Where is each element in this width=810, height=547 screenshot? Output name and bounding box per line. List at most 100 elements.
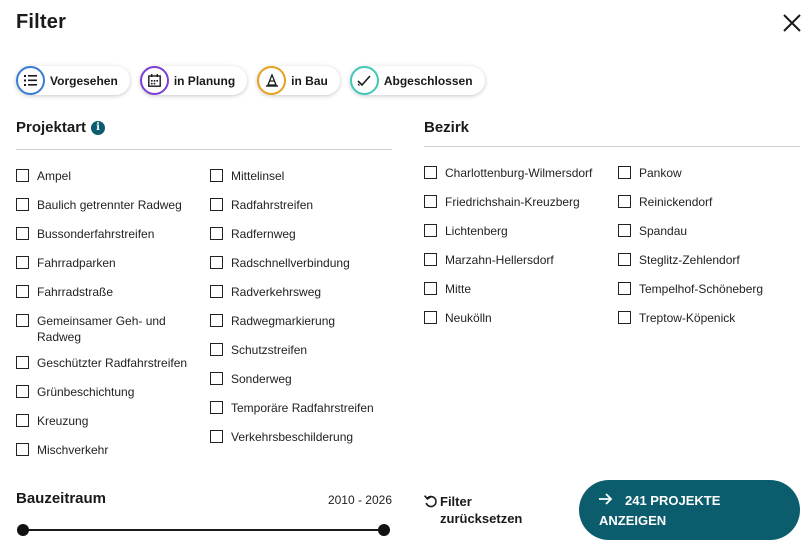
checkbox[interactable]	[618, 253, 631, 266]
checkbox[interactable]	[16, 198, 29, 211]
checkbox-item-pankow[interactable]: Pankow	[618, 165, 682, 181]
chip-in-planung[interactable]: in Planung	[139, 66, 248, 95]
list-icon	[16, 66, 45, 95]
checkbox-label: Radfernweg	[231, 227, 296, 241]
bauzeitraum-range: 2010 - 2026	[327, 493, 392, 507]
reset-label-line1: Filter	[440, 494, 472, 509]
checkbox-item-gruenbeschichtung[interactable]: Grünbeschichtung	[16, 384, 134, 400]
slider-thumb-end[interactable]	[378, 524, 390, 536]
bauzeitraum-title: Bauzeitraum	[16, 490, 107, 507]
checkbox[interactable]	[618, 282, 631, 295]
checkbox-label: Schutzstreifen	[231, 343, 308, 357]
checkbox[interactable]	[16, 169, 29, 182]
checkbox-item-sonderweg[interactable]: Sonderweg	[210, 371, 292, 387]
checkbox[interactable]	[210, 285, 223, 298]
checkbox[interactable]	[210, 430, 223, 443]
checkbox[interactable]	[618, 195, 631, 208]
divider	[16, 149, 392, 150]
checkbox[interactable]	[16, 314, 29, 327]
checkbox-item-mischverkehr[interactable]: Mischverkehr	[16, 442, 108, 458]
checkbox-item-spandau[interactable]: Spandau	[618, 223, 687, 239]
checkbox-item-verkehrsbeschilderung[interactable]: Verkehrsbeschilderung	[210, 429, 353, 445]
checkbox-item-baulich-getrennter-radweg[interactable]: Baulich getrennter Radweg	[16, 197, 182, 213]
checkbox[interactable]	[16, 227, 29, 240]
checkbox[interactable]	[210, 227, 223, 240]
checkbox-item-fahrradparken[interactable]: Fahrradparken	[16, 255, 116, 271]
checkbox[interactable]	[16, 443, 29, 456]
projektart-title: Projektart	[16, 119, 87, 136]
checkbox-item-radschnellverbindung[interactable]: Radschnellverbindung	[210, 255, 350, 271]
checkbox-item-ampel[interactable]: Ampel	[16, 168, 71, 184]
checkbox-item-reinickendorf[interactable]: Reinickendorf	[618, 194, 712, 210]
checkbox-item-marzahn-hellersdorf[interactable]: Marzahn-Hellersdorf	[424, 252, 554, 268]
projektart-heading: Projektart i	[16, 119, 106, 136]
checkbox-item-radfernweg[interactable]: Radfernweg	[210, 226, 296, 242]
checkbox-item-schutzstreifen[interactable]: Schutzstreifen	[210, 342, 307, 358]
checkbox-label: Pankow	[639, 166, 682, 180]
checkbox-item-friedrichshain-kreuzberg[interactable]: Friedrichshain-Kreuzberg	[424, 194, 580, 210]
checkbox-item-temporaere-radfahrstreifen[interactable]: Temporäre Radfahrstreifen	[210, 400, 374, 416]
checkbox-item-radfahrstreifen[interactable]: Radfahrstreifen	[210, 197, 313, 213]
status-filter-row: Vorgesehen in Planung in Bau Abgeschloss…	[16, 66, 485, 95]
checkbox-item-mitte[interactable]: Mitte	[424, 281, 471, 297]
bezirk-heading: Bezirk	[424, 119, 469, 136]
slider-thumb-start[interactable]	[17, 524, 29, 536]
calendar-icon	[139, 66, 169, 95]
checkbox-item-steglitz-zehlendorf[interactable]: Steglitz-Zehlendorf	[618, 252, 740, 268]
checkbox-item-charlottenburg-wilmersdorf[interactable]: Charlottenburg-Wilmersdorf	[424, 165, 592, 181]
checkbox[interactable]	[16, 385, 29, 398]
checkbox-item-gemeinsamer-geh-und-radweg[interactable]: Gemeinsamer Geh- und Radweg	[16, 313, 176, 345]
checkbox[interactable]	[618, 224, 631, 237]
checkbox-label: Mitte	[445, 282, 472, 296]
checkbox-item-mittelinsel[interactable]: Mittelinsel	[210, 168, 284, 184]
year-range-slider-track[interactable]	[23, 529, 384, 531]
checkbox-label: Neukölln	[445, 311, 492, 325]
checkbox-item-radwegmarkierung[interactable]: Radwegmarkierung	[210, 313, 335, 329]
checkbox-item-tempelhof-schoeneberg[interactable]: Tempelhof-Schöneberg	[618, 281, 763, 297]
cta-label-line2: ANZEIGEN	[599, 513, 667, 528]
checkbox-item-kreuzung[interactable]: Kreuzung	[16, 413, 88, 429]
checkbox-label: Steglitz-Zehlendorf	[639, 253, 740, 267]
chip-in-bau[interactable]: in Bau	[257, 66, 340, 95]
checkbox[interactable]	[424, 253, 437, 266]
checkbox[interactable]	[618, 166, 631, 179]
checkbox-item-bussonderfahrstreifen[interactable]: Bussonderfahrstreifen	[16, 226, 154, 242]
info-icon[interactable]: i	[91, 120, 106, 135]
checkbox-item-treptow-koepenick[interactable]: Treptow-Köpenick	[618, 310, 735, 326]
checkbox[interactable]	[210, 169, 223, 182]
checkbox[interactable]	[210, 343, 223, 356]
checkbox-label: Bussonderfahrstreifen	[37, 227, 155, 241]
checkbox[interactable]	[424, 224, 437, 237]
checkbox[interactable]	[210, 314, 223, 327]
checkbox[interactable]	[424, 311, 437, 324]
checkbox[interactable]	[618, 311, 631, 324]
reset-filter-button[interactable]: Filter zurücksetzen	[424, 493, 522, 527]
reset-label-line2: zurücksetzen	[440, 511, 523, 526]
chip-vorgesehen[interactable]: Vorgesehen	[16, 66, 130, 95]
checkbox-item-geschuetzter-radfahrstreifen[interactable]: Geschützter Radfahrstreifen	[16, 355, 187, 371]
checkbox[interactable]	[16, 285, 29, 298]
checkbox[interactable]	[210, 372, 223, 385]
checkbox[interactable]	[424, 282, 437, 295]
checkbox[interactable]	[16, 356, 29, 369]
checkbox[interactable]	[16, 414, 29, 427]
checkbox-item-lichtenberg[interactable]: Lichtenberg	[424, 223, 508, 239]
checkbox-label: Grünbeschichtung	[37, 385, 135, 399]
checkbox-item-neukoelln[interactable]: Neukölln	[424, 310, 492, 326]
checkbox[interactable]	[210, 256, 223, 269]
checkbox-label: Reinickendorf	[639, 195, 713, 209]
checkbox[interactable]	[210, 401, 223, 414]
checkbox-label: Geschützter Radfahrstreifen	[37, 356, 188, 370]
checkbox[interactable]	[210, 198, 223, 211]
checkbox-item-radverkehrsweg[interactable]: Radverkehrsweg	[210, 284, 321, 300]
checkbox[interactable]	[424, 195, 437, 208]
chip-abgeschlossen[interactable]: Abgeschlossen	[349, 66, 485, 95]
checkbox-label: Marzahn-Hellersdorf	[445, 253, 554, 267]
filter-title: Filter	[16, 11, 67, 33]
checkbox-item-fahrradstrasse[interactable]: Fahrradstraße	[16, 284, 113, 300]
checkbox[interactable]	[16, 256, 29, 269]
checkbox-label: Fahrradstraße	[37, 285, 114, 299]
checkbox[interactable]	[424, 166, 437, 179]
close-icon[interactable]	[781, 12, 803, 34]
show-projects-button[interactable]: 241 PROJEKTE ANZEIGEN	[579, 480, 800, 540]
